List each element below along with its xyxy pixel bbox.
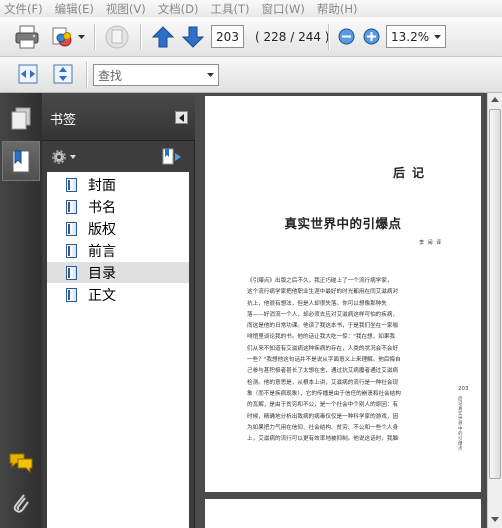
- collaborate-icon[interactable]: [50, 25, 74, 49]
- document-page: 后记 真实世界中的引爆点 李 闹 译 《引爆点》出版之后不久，我正巧碰上了一个流…: [205, 96, 481, 492]
- page-total: ( 228 / 244 ): [255, 30, 330, 44]
- body-line: 们从来不知道有艾滋病这种疾病的存在，人类的状况会不会好: [247, 345, 399, 352]
- menu-view[interactable]: 视图(V): [106, 1, 146, 17]
- body-line: 时候，精确地分析出致病的病毒仅仅是一种科学家的游戏，因: [247, 413, 399, 420]
- bookmark-item-cover[interactable]: 封面: [47, 174, 189, 195]
- pages-icon[interactable]: [104, 24, 130, 50]
- zoom-in-icon[interactable]: [363, 28, 380, 45]
- menu-edit[interactable]: 编辑(E): [55, 1, 94, 17]
- bookmark-item-preface[interactable]: 前言: [47, 240, 189, 261]
- zoom-value: 13.2%: [391, 29, 430, 44]
- page-body: 《引爆点》出版之后不久，我正巧碰上了一个流行病学家， 这个流行病学家把他职业生涯…: [247, 276, 423, 445]
- bookmark-icon: [66, 177, 77, 192]
- navigation-rail: [0, 93, 42, 528]
- zoom-select[interactable]: 13.2%: [386, 25, 446, 48]
- main-toolbar: 203 ( 228 / 244 ) 13.2%: [0, 17, 502, 57]
- page-number: 203: [458, 386, 469, 392]
- options-gear-icon[interactable]: [50, 148, 68, 166]
- bookmarks-panel-header: 书签: [42, 93, 195, 141]
- expand-bookmark-icon[interactable]: [162, 148, 182, 166]
- bookmark-label: 封面: [88, 177, 116, 194]
- print-icon[interactable]: [14, 24, 40, 50]
- bookmark-item-contents[interactable]: 目录: [47, 262, 189, 283]
- body-line: 而这是他的日常功课。他读了我这本书，于是我们坐在一家咖: [247, 323, 399, 330]
- bookmark-tree: 封面 书名 版权 前言 目录 正文: [47, 172, 189, 528]
- bookmark-label: 版权: [88, 221, 116, 238]
- page-side-note: 后记 真实世界中的引爆点: [458, 397, 463, 452]
- toolbar-divider: [328, 24, 329, 50]
- menu-bar: 文件(F) 编辑(E) 视图(V) 文档(D) 工具(T) 窗口(W) 帮助(H…: [0, 0, 502, 17]
- scrollbar-thumb[interactable]: [489, 109, 501, 479]
- bookmark-label: 书名: [88, 199, 116, 216]
- search-placeholder: 查找: [98, 68, 123, 83]
- page-number-input[interactable]: 203: [211, 25, 244, 48]
- body-line: 落——好消流一个人，却必须去应对艾滋病这样可怕的疾病，: [247, 311, 399, 318]
- bookmarks-toolbar: [42, 142, 195, 172]
- pages-panel-icon[interactable]: [10, 107, 32, 131]
- body-line: 的瓦解，是由于贫穷和不公，是一个社会中个别人的原因：有: [247, 402, 399, 409]
- bookmark-item-title[interactable]: 书名: [47, 196, 189, 217]
- body-line: 啡馆里谈论我的书。他的话让我大吃一惊："我在想，如果我: [247, 334, 396, 341]
- chevron-down-icon[interactable]: [70, 155, 76, 159]
- scroll-up-icon[interactable]: [491, 97, 499, 102]
- chevron-left-icon: [179, 114, 184, 122]
- page-title: 真实世界中的引爆点: [284, 216, 402, 231]
- vertical-scrollbar[interactable]: [487, 93, 502, 528]
- body-line: 《引爆点》出版之后不久，我正巧碰上了一个流行病学家，: [247, 278, 393, 284]
- toolbar-divider: [86, 62, 87, 88]
- bookmarks-tab[interactable]: [2, 141, 40, 181]
- previous-page-icon[interactable]: [152, 26, 174, 48]
- attachment-icon[interactable]: [11, 491, 31, 515]
- body-line: 为如果把力气用在信仰、社会结构、贫穷、不公和一些个人身: [247, 424, 399, 431]
- search-input[interactable]: 查找: [93, 64, 219, 86]
- collapse-panel-button[interactable]: [175, 111, 188, 124]
- body-line: 抗上，他很有想法，但是人却很失落。你可以想像那种失: [247, 300, 387, 307]
- bookmark-icon: [66, 243, 77, 258]
- bookmark-label: 前言: [88, 243, 116, 260]
- bookmark-icon: [66, 287, 77, 302]
- bookmark-panel-icon: [12, 150, 30, 173]
- bookmark-label: 正文: [88, 287, 116, 304]
- menu-tools[interactable]: 工具(T): [211, 1, 250, 17]
- menu-help[interactable]: 帮助(H): [317, 1, 358, 17]
- comments-icon[interactable]: [8, 451, 34, 473]
- bookmark-label: 目录: [88, 265, 116, 282]
- secondary-toolbar: 查找: [0, 57, 502, 93]
- menu-document[interactable]: 文档(D): [158, 1, 199, 17]
- fit-width-icon[interactable]: [17, 63, 39, 85]
- bookmark-item-copyright[interactable]: 版权: [47, 218, 189, 239]
- body-line: 这个流行病学家把他职业生涯中最好的时光都用在同艾滋病对: [247, 289, 399, 296]
- bookmark-item-body[interactable]: 正文: [47, 284, 189, 305]
- menu-window[interactable]: 窗口(W): [262, 1, 305, 17]
- next-page-icon[interactable]: [182, 26, 204, 48]
- chevron-down-icon: [434, 35, 441, 39]
- page-running-header: 后记: [393, 166, 432, 180]
- bookmark-icon: [66, 265, 77, 280]
- body-line: 检测。他的意思是，从根本上讲，艾滋病的流行是一种社会现: [247, 379, 399, 386]
- scroll-down-icon[interactable]: [491, 517, 499, 522]
- chevron-down-icon[interactable]: [78, 35, 85, 40]
- body-line: 己参与甚积极者甚长了太想在舍，通过抗艾病魔者通过艾滋病: [247, 368, 399, 375]
- bookmark-icon: [66, 221, 77, 236]
- toolbar-divider: [140, 24, 141, 50]
- toolbar-divider: [94, 24, 95, 50]
- page-author: 李 闹 译: [419, 240, 443, 246]
- body-line: 一些？"我想他这句话并不是说从字面意义上来理解。他后悔自: [247, 357, 401, 364]
- zoom-out-icon[interactable]: [338, 28, 355, 45]
- body-line: 上，艾滋病的流行可以更有效率地被抑制。他说这话时，我脑: [247, 436, 399, 443]
- bookmarks-panel: 书签 封面 书名 版权 前言 目录 正文: [42, 93, 195, 528]
- bookmark-icon: [66, 199, 77, 214]
- bookmarks-title: 书签: [50, 113, 77, 128]
- next-document-page: [205, 499, 481, 528]
- fit-page-icon[interactable]: [52, 63, 74, 85]
- menu-file[interactable]: 文件(F): [4, 1, 43, 17]
- body-line: 象（而不是疾病现象），它的传播是由于信任的崩溃和社会结构: [247, 390, 401, 397]
- chevron-down-icon: [207, 73, 214, 77]
